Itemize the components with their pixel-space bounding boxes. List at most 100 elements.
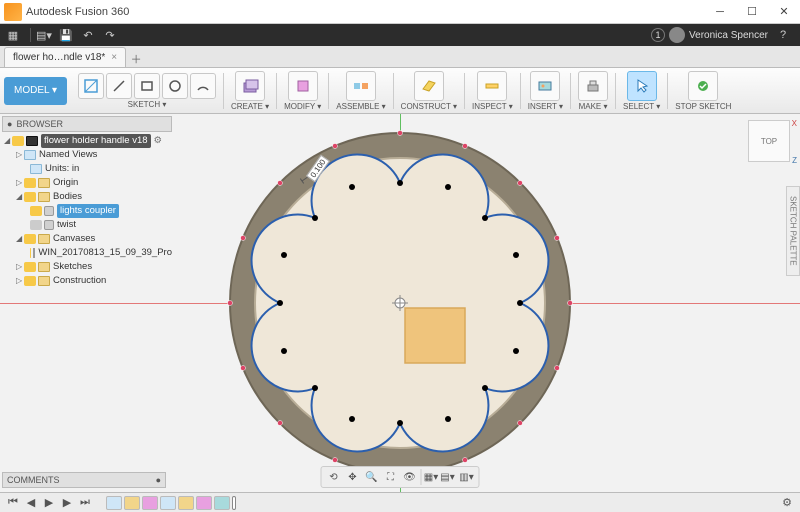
sketch-group: SKETCH ▾	[75, 68, 219, 113]
select-icon[interactable]	[627, 71, 657, 101]
comments-expand-icon: ●	[156, 475, 161, 485]
workspace-switcher[interactable]: MODEL ▾	[4, 77, 67, 105]
stop-sketch-icon[interactable]	[688, 71, 718, 101]
browser-header[interactable]: ●BROWSER	[2, 116, 172, 132]
user-avatar-icon[interactable]	[669, 27, 685, 43]
assemble-group: ASSEMBLE ▾	[333, 68, 388, 113]
save-button[interactable]: 💾	[57, 26, 75, 44]
timeline-end-icon[interactable]: ⏭	[78, 496, 92, 510]
line-icon[interactable]	[106, 73, 132, 99]
assemble-group-label[interactable]: ASSEMBLE ▾	[336, 102, 385, 111]
create-sketch-icon[interactable]	[78, 73, 104, 99]
insert-group-label[interactable]: INSERT ▾	[528, 102, 563, 111]
tree-origin[interactable]: ▷Origin	[2, 176, 172, 190]
joint-icon[interactable]	[346, 71, 376, 101]
comments-panel-header[interactable]: COMMENTS ●	[2, 472, 166, 488]
make-group-label[interactable]: MAKE ▾	[579, 102, 608, 111]
timeline-next-icon[interactable]: ▶	[60, 496, 74, 510]
document-tab-label: flower ho…ndle v18*	[13, 52, 105, 63]
history-feature3-icon[interactable]	[178, 496, 194, 510]
tree-body-twist[interactable]: twist	[2, 218, 172, 232]
tree-units[interactable]: Units: in	[2, 162, 172, 176]
help-button[interactable]: ?	[774, 26, 792, 44]
close-tab-icon[interactable]: ×	[111, 52, 117, 63]
history-feature2-icon[interactable]	[160, 496, 176, 510]
browser-panel: ●BROWSER ◢flower holder handle v18⚙ ▷Nam…	[2, 116, 172, 290]
modify-group-label[interactable]: MODIFY ▾	[284, 102, 321, 111]
redo-button[interactable]: ↷	[101, 26, 119, 44]
history-extrude-icon[interactable]	[124, 496, 140, 510]
history-feature-icon[interactable]	[142, 496, 158, 510]
minimize-button[interactable]: ─	[704, 0, 736, 24]
file-menu-button[interactable]: ▤▾	[35, 26, 53, 44]
history-feature4-icon[interactable]	[196, 496, 212, 510]
viewcube-z-axis: Z	[792, 156, 797, 165]
look-icon[interactable]: 👁	[402, 469, 418, 485]
tree-construction[interactable]: ▷Construction	[2, 274, 172, 288]
stop-sketch-label[interactable]: STOP SKETCH	[675, 102, 731, 111]
tree-bodies[interactable]: ◢Bodies	[2, 190, 172, 204]
inspect-group: INSPECT ▾	[469, 68, 516, 113]
make-group: MAKE ▾	[575, 68, 611, 113]
arc-icon[interactable]	[190, 73, 216, 99]
pan-icon[interactable]: ✥	[345, 469, 361, 485]
display-settings-icon[interactable]: ▦▾	[421, 469, 437, 485]
timeline-settings-icon[interactable]: ⚙	[780, 496, 794, 510]
modify-group: MODIFY ▾	[281, 68, 324, 113]
tree-canvases[interactable]: ◢Canvases	[2, 232, 172, 246]
comments-label: COMMENTS	[7, 475, 60, 485]
tree-body-lights-coupler[interactable]: lights coupler	[2, 204, 172, 218]
tree-sketches[interactable]: ▷Sketches	[2, 260, 172, 274]
timeline-play-icon[interactable]: ▶	[42, 496, 56, 510]
browser-tree: ◢flower holder handle v18⚙ ▷Named Views …	[2, 132, 172, 290]
window-titlebar: Autodesk Fusion 360 ─ ☐ ✕	[0, 0, 800, 24]
tree-canvas-item[interactable]: WIN_20170813_15_09_39_Pro	[2, 246, 172, 260]
grid-settings-icon[interactable]: ▤▾	[440, 469, 456, 485]
sketch-palette-tab[interactable]: SKETCH PALETTE	[786, 186, 800, 276]
user-name[interactable]: Veronica Spencer	[689, 30, 768, 41]
document-tabbar: flower ho…ndle v18* × ＋	[0, 46, 800, 68]
ribbon-toolbar: MODEL ▾ SKETCH ▾ CREATE ▾ MODIFY ▾ ASSEM…	[0, 68, 800, 114]
app-icon	[4, 3, 22, 21]
viewport-settings-icon[interactable]: ▥▾	[459, 469, 475, 485]
fit-icon[interactable]: ⛶	[383, 469, 399, 485]
insert-group: INSERT ▾	[525, 68, 566, 113]
new-tab-button[interactable]: ＋	[126, 51, 146, 67]
tree-root[interactable]: ◢flower holder handle v18⚙	[2, 134, 172, 148]
circle-icon[interactable]	[162, 73, 188, 99]
undo-button[interactable]: ↶	[79, 26, 97, 44]
select-group-label[interactable]: SELECT ▾	[623, 102, 660, 111]
timeline-prev-icon[interactable]: ◀	[24, 496, 38, 510]
sketch-group-label[interactable]: SKETCH ▾	[128, 100, 167, 109]
viewcube[interactable]: TOP X Z	[748, 120, 790, 162]
stop-sketch-group: STOP SKETCH	[672, 68, 734, 113]
orbit-icon[interactable]: ⟲	[326, 469, 342, 485]
quick-access-toolbar: ▦ ▤▾ 💾 ↶ ↷ 1 Veronica Spencer ?	[0, 24, 800, 46]
browser-title: BROWSER	[16, 119, 63, 129]
press-pull-icon[interactable]	[288, 71, 318, 101]
maximize-button[interactable]: ☐	[736, 0, 768, 24]
inspect-group-label[interactable]: INSPECT ▾	[472, 102, 513, 111]
construct-group-label[interactable]: CONSTRUCT ▾	[401, 102, 457, 111]
timeline-history	[106, 496, 236, 510]
close-button[interactable]: ✕	[768, 0, 800, 24]
insert-icon[interactable]	[530, 71, 560, 101]
history-sketch-icon[interactable]	[106, 496, 122, 510]
history-marker-icon[interactable]	[232, 496, 236, 510]
tree-named-views[interactable]: ▷Named Views	[2, 148, 172, 162]
history-canvas-icon[interactable]	[214, 496, 230, 510]
zoom-icon[interactable]: 🔍	[364, 469, 380, 485]
extrude-icon[interactable]	[235, 71, 265, 101]
create-group-label[interactable]: CREATE ▾	[231, 102, 269, 111]
measure-icon[interactable]	[477, 71, 507, 101]
construct-group: CONSTRUCT ▾	[398, 68, 460, 113]
plane-icon[interactable]	[414, 71, 444, 101]
viewcube-face: TOP	[761, 137, 777, 146]
timeline-start-icon[interactable]: ⏮	[6, 496, 20, 510]
notification-badge[interactable]: 1	[651, 28, 665, 42]
rectangle-icon[interactable]	[134, 73, 160, 99]
navigation-bar: ⟲ ✥ 🔍 ⛶ 👁 ▦▾ ▤▾ ▥▾	[321, 466, 480, 488]
data-panel-button[interactable]: ▦	[4, 26, 22, 44]
make-icon[interactable]	[578, 71, 608, 101]
document-tab[interactable]: flower ho…ndle v18* ×	[4, 47, 126, 67]
